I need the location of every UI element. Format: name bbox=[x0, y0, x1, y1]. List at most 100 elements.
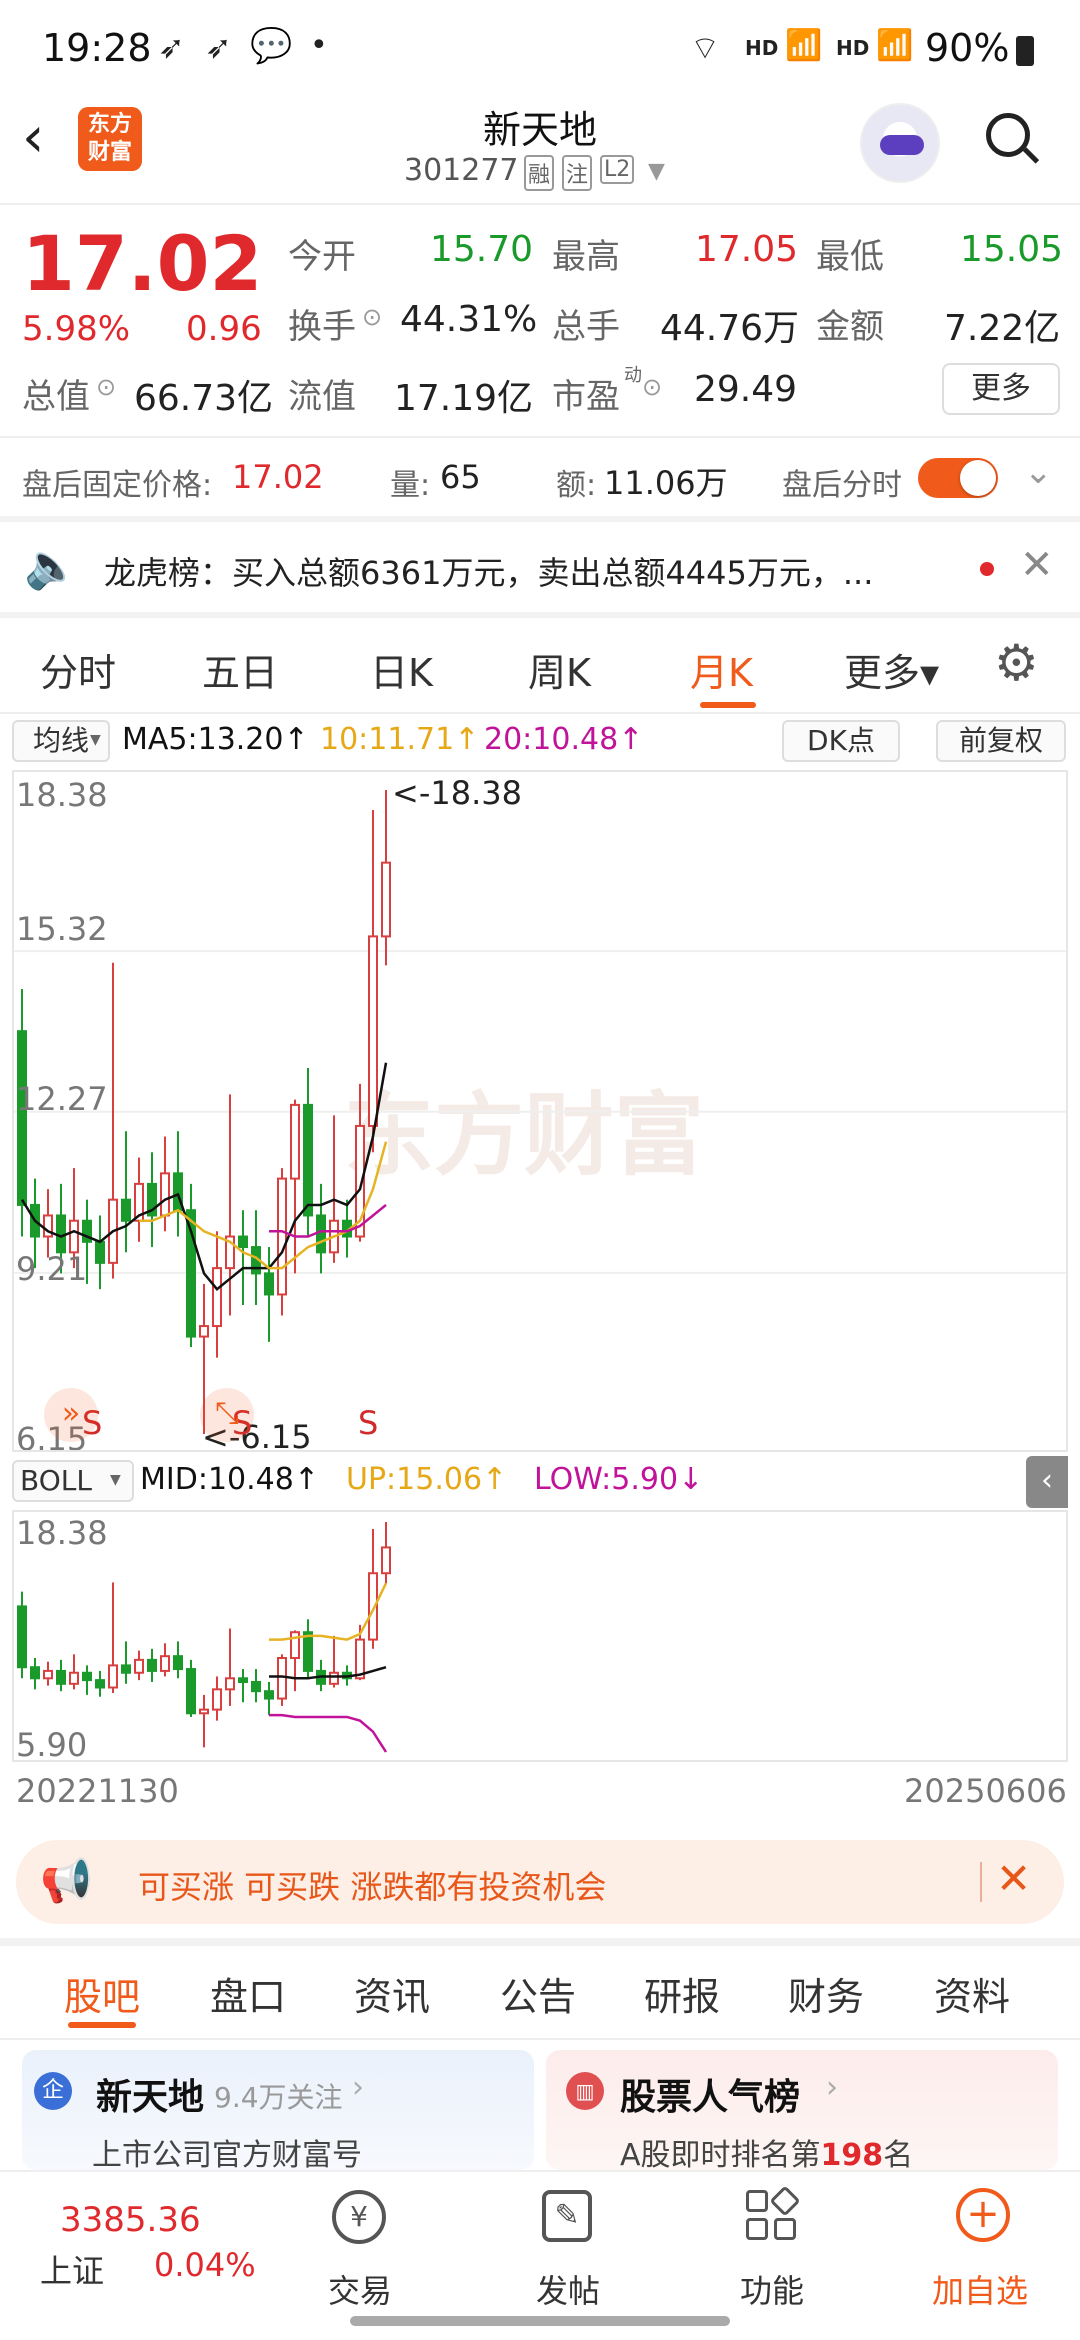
collapse-panel-icon[interactable]: ‹ bbox=[1026, 1456, 1068, 1508]
add-watchlist-nav-item[interactable]: + 加自选 bbox=[922, 2182, 1042, 2312]
boll-chart-area[interactable]: 18.38 5.90 bbox=[12, 1510, 1068, 1762]
popularity-rank-desc: A股即时排名第198名 bbox=[620, 2138, 914, 2173]
candle-body bbox=[173, 1655, 183, 1671]
status-bar: 19:28 ➶ ➶ 💬 • ⌔ HD 📶 HD 📶 90% bbox=[0, 0, 1080, 95]
info-icon[interactable]: ⊙ bbox=[96, 373, 116, 401]
ma5-value: MA5:13.20↑ bbox=[122, 722, 309, 757]
chevron-down-icon[interactable]: ⌄ bbox=[1024, 452, 1053, 492]
active-tab-indicator bbox=[68, 2022, 136, 2028]
promo-banner[interactable]: 📢 可买涨 可买跌 涨跌都有投资机会 ✕ bbox=[16, 1840, 1064, 1924]
dk-point-button[interactable]: DK点 bbox=[782, 720, 900, 762]
close-icon[interactable]: ✕ bbox=[1020, 542, 1054, 588]
tab-news[interactable]: 资讯 bbox=[354, 1966, 430, 2021]
candle-body bbox=[368, 935, 378, 1127]
candle-body bbox=[160, 1655, 170, 1672]
index-name[interactable]: 上证 bbox=[40, 2246, 104, 2292]
low-value: 15.05 bbox=[960, 229, 1064, 270]
content-tabs: 股吧 盘口 资讯 公告 研报 财务 资料 bbox=[0, 1946, 1080, 2040]
max-price-label: <-18.38 bbox=[392, 774, 522, 812]
tag-registered: 注 bbox=[562, 155, 593, 191]
function-nav-item[interactable]: 功能 bbox=[730, 2182, 816, 2312]
adjust-button[interactable]: 前复权 bbox=[936, 720, 1066, 762]
close-icon[interactable]: ✕ bbox=[996, 1854, 1031, 1903]
candle-body bbox=[121, 1664, 131, 1674]
stock-code: 301277 bbox=[404, 153, 519, 188]
sell-signal[interactable]: S bbox=[358, 1404, 378, 1442]
candle-body bbox=[95, 1240, 105, 1264]
network-label: HD bbox=[745, 36, 779, 60]
candle-body bbox=[290, 1103, 300, 1180]
candle-body bbox=[277, 1657, 287, 1700]
company-account-desc: 上市公司官方财富号 bbox=[92, 2138, 362, 2173]
company-account-card[interactable]: 企 新天地 9.4万关注 › 上市公司官方财富号 bbox=[22, 2050, 534, 2173]
dot-icon: • bbox=[310, 28, 328, 63]
fullscreen-icon[interactable]: ⤡ bbox=[200, 1388, 254, 1442]
stock-code-row[interactable]: 301277 融 注 L2 ▼ bbox=[404, 153, 684, 193]
kline-chart-area[interactable]: 东方财富 18.38 15.32 12.27 9.21 6.15 <-18.38… bbox=[12, 770, 1068, 1452]
tab-profile[interactable]: 资料 bbox=[934, 1966, 1010, 2021]
post-nav-item[interactable]: ✎ 发帖 bbox=[526, 2182, 612, 2312]
candle-body bbox=[69, 1219, 79, 1254]
tab-weekly-k[interactable]: 周K bbox=[528, 642, 591, 697]
boll-low-line bbox=[269, 1713, 388, 1753]
tab-orderbook[interactable]: 盘口 bbox=[210, 1966, 286, 2021]
trade-icon: ¥ bbox=[332, 2190, 386, 2244]
tab-announcements[interactable]: 公告 bbox=[500, 1966, 576, 2021]
expand-icon[interactable]: » bbox=[44, 1388, 98, 1442]
tab-research[interactable]: 研报 bbox=[644, 1966, 720, 2021]
tab-more[interactable]: 更多▾ bbox=[844, 642, 939, 697]
candle-body bbox=[43, 1669, 53, 1680]
boll-mid-value: MID:10.48↑ bbox=[140, 1462, 319, 1497]
after-hours-toggle[interactable] bbox=[918, 458, 998, 498]
after-hours-amount-label: 额: bbox=[556, 468, 597, 503]
trade-nav-item[interactable]: ¥ 交易 bbox=[318, 2182, 404, 2312]
unread-dot bbox=[980, 562, 994, 576]
ma-selector-chevron-icon: ▼ bbox=[90, 732, 101, 748]
boll-indicator-bar: BOLL ▼ MID:10.48↑ UP:15.06↑ LOW:5.90↓ ‹ bbox=[0, 1454, 1080, 1510]
change-amount: 0.96 bbox=[186, 309, 262, 349]
candle-body bbox=[251, 1680, 261, 1693]
info-icon[interactable]: ⊙ bbox=[642, 373, 662, 401]
open-value: 15.70 bbox=[430, 229, 534, 270]
more-button[interactable]: 更多 bbox=[942, 363, 1060, 415]
robot-avatar-icon[interactable] bbox=[860, 103, 940, 183]
post-label: 发帖 bbox=[536, 2272, 601, 2310]
search-icon[interactable] bbox=[986, 113, 1040, 165]
after-hours-volume-label: 量: bbox=[390, 468, 431, 503]
tag-margin: 融 bbox=[524, 155, 555, 191]
tab-finance[interactable]: 财务 bbox=[788, 1966, 864, 2021]
tab-daily-k[interactable]: 日K bbox=[370, 642, 433, 697]
candle-body bbox=[199, 1708, 209, 1715]
amount-value: 7.22亿 bbox=[944, 308, 1061, 349]
tab-intraday[interactable]: 分时 bbox=[40, 642, 116, 697]
turnover-value: 44.31% bbox=[400, 299, 538, 340]
tab-monthly-k[interactable]: 月K bbox=[690, 642, 753, 697]
function-label: 功能 bbox=[740, 2272, 805, 2310]
pe-value: 29.49 bbox=[694, 369, 798, 410]
candle-body bbox=[381, 861, 391, 938]
turnover-label: 换手 bbox=[288, 307, 356, 347]
candle-body bbox=[56, 1669, 66, 1685]
candle-body bbox=[316, 1214, 326, 1254]
tag-level2: L2 bbox=[600, 155, 635, 184]
index-change[interactable]: 0.04% bbox=[154, 2246, 256, 2284]
candle-body bbox=[264, 1690, 274, 1700]
low-label: 最低 bbox=[816, 237, 884, 277]
popularity-rank-card[interactable]: ▥ 股票人气榜 › A股即时排名第198名 bbox=[546, 2050, 1058, 2173]
trade-label: 交易 bbox=[328, 2272, 393, 2310]
notification-icon: ➶ bbox=[205, 28, 232, 66]
candle-body bbox=[264, 1272, 274, 1296]
volume-label: 总手 bbox=[552, 307, 620, 347]
header: ‹ 东方财富 新天地 301277 融 注 L2 ▼ bbox=[0, 95, 1080, 205]
open-label: 今开 bbox=[288, 237, 356, 277]
info-icon[interactable]: ⊙ bbox=[362, 303, 382, 331]
index-value[interactable]: 3385.36 bbox=[60, 2200, 201, 2240]
candle-body bbox=[329, 1671, 339, 1685]
notice-bar[interactable]: 🔈 龙虎榜：买入总额6361万元，卖出总额4445万元，... ✕ bbox=[0, 522, 1080, 612]
tab-five-day[interactable]: 五日 bbox=[202, 642, 278, 697]
candle-body bbox=[147, 1658, 157, 1672]
tab-forum[interactable]: 股吧 bbox=[64, 1966, 140, 2021]
volume-value: 44.76万 bbox=[660, 308, 800, 349]
gear-icon[interactable]: ⚙ bbox=[994, 634, 1039, 692]
pe-label: 市盈 bbox=[552, 377, 620, 417]
